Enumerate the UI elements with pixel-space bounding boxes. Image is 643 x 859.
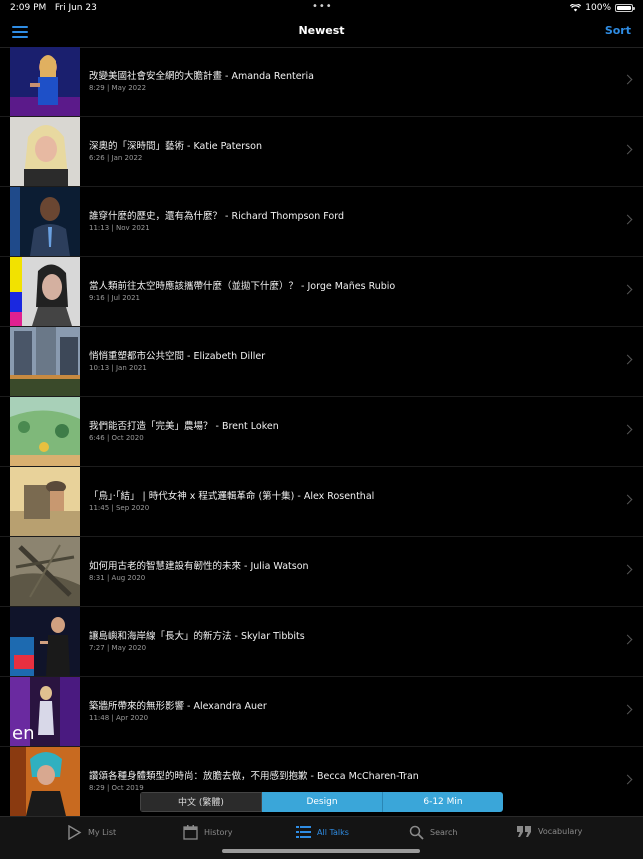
- talk-row[interactable]: 悄悄重塑都市公共空間 - Elizabeth Diller 10:13 | Ja…: [0, 327, 643, 397]
- svg-text:en: en: [12, 723, 34, 744]
- talk-row[interactable]: 當人類前往太空時應該攜帶什麼（並拋下什麼）？ - Jorge Mañes Rub…: [0, 257, 643, 327]
- talk-title: 「鳥」·「結」 | 時代女神 x 程式邏輯革命 (第十集) - Alex Ros…: [89, 491, 375, 502]
- tab-my-list[interactable]: My List: [67, 825, 116, 840]
- home-indicator[interactable]: [222, 849, 420, 853]
- wifi-icon: [570, 4, 582, 12]
- talk-row[interactable]: 如何用古老的智慧建設有韌性的未來 - Julia Watson 8:31 | A…: [0, 537, 643, 607]
- talk-thumbnail: [10, 607, 80, 676]
- chevron-right-icon: [622, 494, 633, 505]
- talk-thumbnail: [10, 117, 80, 186]
- talk-thumbnail: en: [10, 677, 80, 746]
- filter-segmented-control: 中文 (繁體) Design 6-12 Min: [140, 792, 503, 812]
- talk-row[interactable]: 誰穿什麼的歷史，還有為什麼？ - Richard Thompson Ford 1…: [0, 187, 643, 257]
- tab-label: My List: [88, 828, 117, 837]
- tab-search[interactable]: Search: [409, 825, 457, 840]
- chevron-right-icon: [622, 634, 633, 645]
- talk-thumbnail: [10, 397, 80, 466]
- talk-title: 讚頌各種身體類型的時尚：放膽去做，不用感到抱歉 - Becca McCharen…: [89, 771, 419, 782]
- sort-button[interactable]: Sort: [605, 24, 631, 37]
- battery-icon: [615, 4, 635, 12]
- talk-meta: 11:45 | Sep 2020: [89, 504, 150, 512]
- chevron-right-icon: [622, 774, 633, 785]
- topic-filter-button[interactable]: Design: [262, 792, 383, 812]
- chevron-right-icon: [622, 704, 633, 715]
- chevron-right-icon: [622, 284, 633, 295]
- talk-thumbnail: [10, 257, 80, 326]
- calendar-icon: [183, 825, 198, 840]
- talk-title: 誰穿什麼的歷史，還有為什麼？ - Richard Thompson Ford: [89, 211, 344, 222]
- talk-meta: 9:16 | Jul 2021: [89, 294, 141, 302]
- tab-all-talks[interactable]: All Talks: [296, 825, 349, 839]
- chevron-right-icon: [622, 354, 633, 365]
- list-icon: [296, 826, 311, 838]
- chevron-right-icon: [622, 214, 633, 225]
- talk-title: 悄悄重塑都市公共空間 - Elizabeth Diller: [89, 351, 266, 362]
- chevron-right-icon: [622, 74, 633, 85]
- talk-meta: 10:13 | Jan 2021: [89, 364, 147, 372]
- talk-row[interactable]: 改變美國社會安全網的大膽計畫 - Amanda Renteria 8:29 | …: [0, 47, 643, 117]
- talk-title: 改變美國社會安全網的大膽計畫 - Amanda Renteria: [89, 71, 314, 82]
- talk-meta: 7:27 | May 2020: [89, 644, 147, 652]
- tab-label: All Talks: [317, 827, 349, 837]
- talk-thumbnail: [10, 47, 80, 116]
- talk-row[interactable]: 我們能否打造「完美」農場？ - Brent Loken 6:46 | Oct 2…: [0, 397, 643, 467]
- talk-row[interactable]: 「鳥」·「結」 | 時代女神 x 程式邏輯革命 (第十集) - Alex Ros…: [0, 467, 643, 537]
- talk-meta: 8:29 | Oct 2019: [89, 784, 144, 792]
- chevron-right-icon: [622, 144, 633, 155]
- multitasking-dots-icon[interactable]: •••: [312, 1, 333, 12]
- talk-thumbnail: [10, 747, 80, 816]
- tab-history[interactable]: History: [183, 825, 232, 840]
- talk-meta: 6:26 | Jan 2022: [89, 154, 143, 162]
- talk-thumbnail: [10, 327, 80, 396]
- tab-label: Search: [430, 828, 458, 837]
- talk-title: 深奧的「深時間」藝術 - Katie Paterson: [89, 141, 262, 152]
- talk-list: 改變美國社會安全網的大膽計畫 - Amanda Renteria 8:29 | …: [0, 47, 643, 817]
- tab-label: History: [204, 828, 233, 837]
- talk-title: 當人類前往太空時應該攜帶什麼（並拋下什麼）？ - Jorge Mañes Rub…: [89, 281, 396, 292]
- quote-icon: [517, 826, 531, 837]
- talk-meta: 6:46 | Oct 2020: [89, 434, 144, 442]
- status-date: Fri Jun 23: [54, 3, 97, 13]
- talk-meta: 11:13 | Nov 2021: [89, 224, 150, 232]
- duration-filter-button[interactable]: 6-12 Min: [383, 792, 503, 812]
- talk-row[interactable]: 深奧的「深時間」藝術 - Katie Paterson 6:26 | Jan 2…: [0, 117, 643, 187]
- talk-thumbnail: [10, 537, 80, 606]
- talk-meta: 8:31 | Aug 2020: [89, 574, 146, 582]
- navigation-bar: Newest Sort: [0, 16, 643, 48]
- play-icon: [68, 825, 82, 840]
- chevron-right-icon: [622, 564, 633, 575]
- status-time-text: 2:09 PM: [10, 3, 47, 13]
- chevron-right-icon: [622, 424, 633, 435]
- talk-title: 讓島嶼和海岸線「長大」的新方法 - Skylar Tibbits: [89, 631, 305, 642]
- status-indicators: 100%: [570, 3, 635, 13]
- talk-row[interactable]: 讓島嶼和海岸線「長大」的新方法 - Skylar Tibbits 7:27 | …: [0, 607, 643, 677]
- talk-meta: 8:29 | May 2022: [89, 84, 147, 92]
- talk-thumbnail: [10, 187, 80, 256]
- search-icon: [409, 825, 424, 840]
- battery-percent: 100%: [585, 3, 611, 13]
- status-time: 2:09 PM Fri Jun 23: [10, 3, 97, 13]
- talk-meta: 11:48 | Apr 2020: [89, 714, 149, 722]
- talk-title: 築牆所帶來的無形影響 - Alexandra Auer: [89, 701, 267, 712]
- talk-row[interactable]: en 築牆所帶來的無形影響 - Alexandra Auer 11:48 | A…: [0, 677, 643, 747]
- tab-label: Vocabulary: [538, 827, 583, 836]
- talk-title: 我們能否打造「完美」農場？ - Brent Loken: [89, 421, 279, 432]
- status-bar: 2:09 PM Fri Jun 23 ••• 100%: [0, 0, 643, 16]
- page-title: Newest: [298, 24, 345, 37]
- language-filter-button[interactable]: 中文 (繁體): [140, 792, 262, 812]
- tab-vocabulary[interactable]: Vocabulary: [517, 825, 582, 838]
- talk-thumbnail: [10, 467, 80, 536]
- talk-title: 如何用古老的智慧建設有韌性的未來 - Julia Watson: [89, 561, 309, 572]
